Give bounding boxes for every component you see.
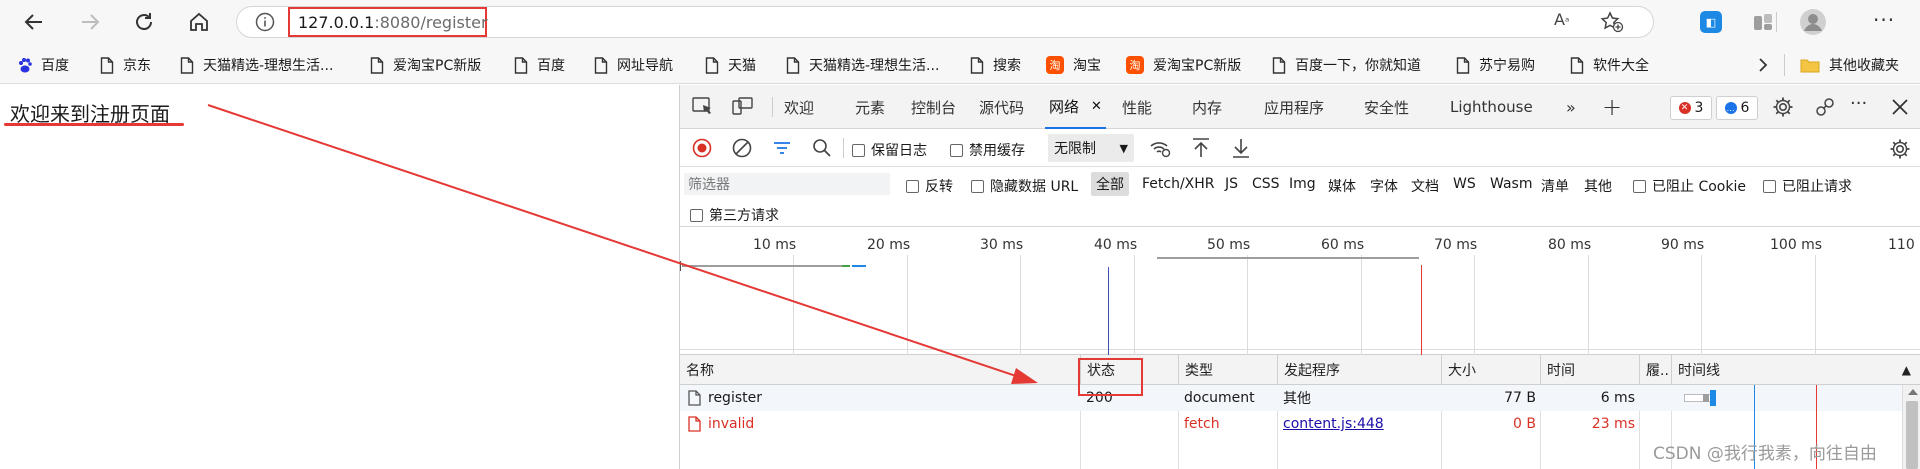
watermark-text: CSDN @我行我素，向往自由 [1653, 444, 1877, 464]
annotation-arrow [207, 104, 1038, 384]
